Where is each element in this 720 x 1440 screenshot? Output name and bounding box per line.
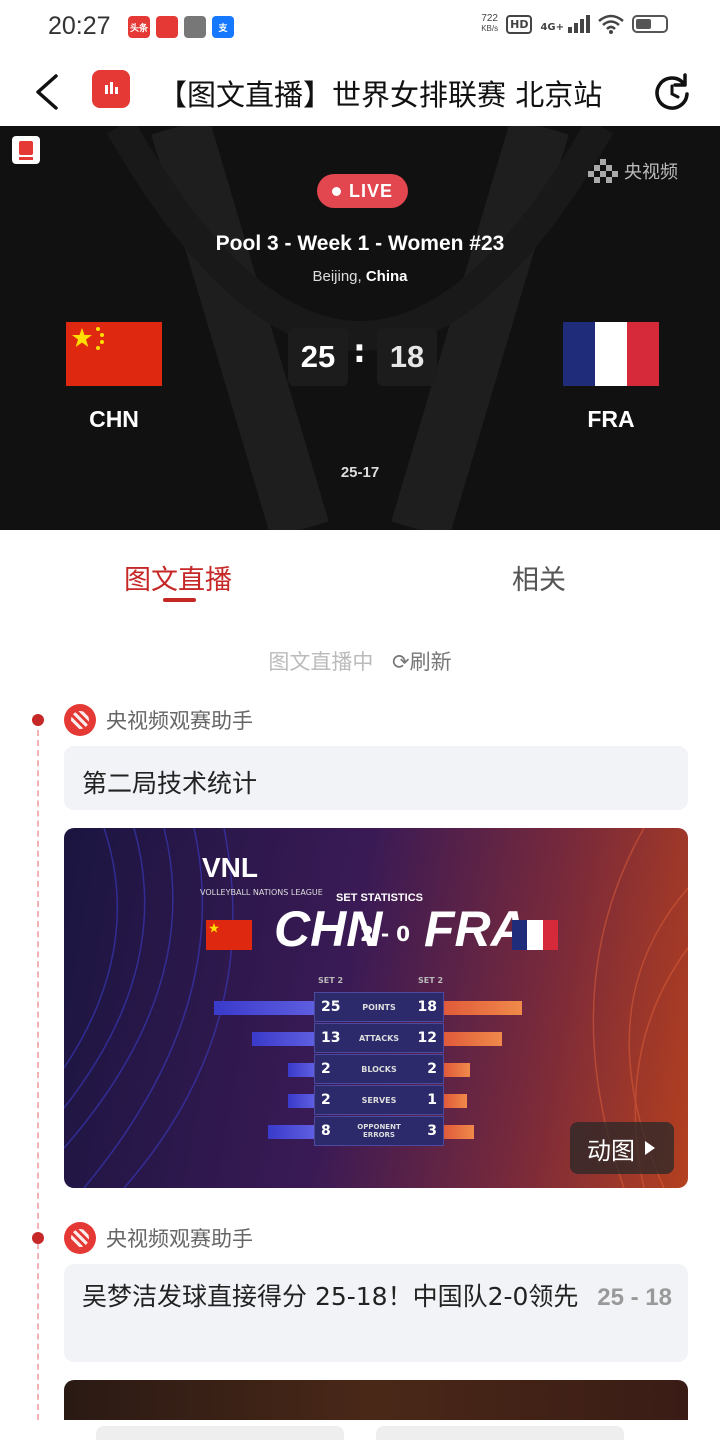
alipay-app-icon: 支	[212, 16, 234, 38]
match-name: Pool 3 - Week 1 - Women #23	[215, 232, 505, 255]
tab-bar: 图文直播 相关	[0, 530, 720, 614]
match-location: Beijing, China	[312, 268, 408, 285]
away-team-code: FRA	[587, 406, 635, 432]
status-time: 20:27	[48, 12, 111, 40]
title-bar: 【图文直播】世界女排联赛 北京站	[0, 56, 720, 126]
back-arrow-icon[interactable]	[28, 70, 68, 114]
home-team-code: CHN	[89, 406, 139, 432]
active-tab-indicator	[163, 598, 196, 602]
refresh-link[interactable]: ⟳刷新	[392, 650, 452, 674]
author-avatar	[64, 1222, 96, 1254]
home-set-label: SET 2	[318, 976, 344, 985]
post-card: 第二局技术统计	[64, 746, 688, 810]
china-flag-icon	[66, 322, 162, 386]
post-author: 央视频观赛助手	[64, 1222, 253, 1254]
play-icon	[645, 1141, 655, 1155]
bottom-bar-hint	[96, 1426, 344, 1440]
page-title: 【图文直播】世界女排联赛 北京站	[158, 78, 603, 112]
hd-icon: HD	[506, 14, 533, 34]
france-flag-icon	[512, 920, 558, 950]
away-score: 18	[377, 328, 437, 386]
set-scores: 25-17	[340, 464, 380, 481]
network-speed: 722 KB/s	[481, 13, 499, 34]
app-logo	[92, 70, 130, 108]
battery-icon	[632, 15, 668, 33]
post-card: 吴梦洁发球直接得分 25-18！中国队2-0领先 25 - 18	[64, 1264, 688, 1362]
stat-row: 2 BLOCKS 2	[214, 1054, 544, 1085]
refresh-icon[interactable]	[652, 72, 692, 112]
status-indicators: 722 KB/s HD 4G+	[481, 14, 668, 34]
live-badge: LIVE	[317, 174, 408, 208]
signal-icon: 4G+	[540, 15, 590, 33]
gif-badge[interactable]: 动图	[570, 1122, 674, 1174]
next-post-image[interactable]	[64, 1380, 688, 1420]
wifi-icon	[598, 14, 624, 34]
bottom-bar-hint	[376, 1426, 624, 1440]
stat-row: 8 OPPONENT ERRORS 3	[214, 1116, 544, 1147]
tab-live-text[interactable]: 图文直播	[124, 558, 232, 597]
away-set-label: SET 2	[418, 976, 444, 985]
live-dot-icon	[331, 186, 341, 196]
live-status: 图文直播中 ⟳刷新	[0, 646, 720, 676]
status-bar: 20:27 头条 支 722 KB/s HD 4G+	[0, 0, 720, 56]
stat-row: 13 ATTACKS 12	[214, 1023, 544, 1054]
broadcaster-logo: 央视频	[588, 158, 678, 184]
timeline-line	[37, 720, 39, 1420]
image-set-result: 2 - 0	[360, 922, 411, 946]
sports-app-icon	[156, 16, 178, 38]
browser-app-icon	[184, 16, 206, 38]
tab-related[interactable]: 相关	[512, 558, 566, 597]
toutiao-app-icon: 头条	[128, 16, 150, 38]
timeline-dot	[32, 1232, 44, 1244]
score-separator: :	[353, 332, 366, 370]
vnl-logo: VNL	[202, 852, 258, 883]
timeline-dot	[32, 714, 44, 726]
set-statistics-image[interactable]: VNL VOLLEYBALL NATIONS LEAGUE SET STATIS…	[64, 828, 688, 1188]
china-flag-icon	[206, 920, 252, 950]
post-author: 央视频观赛助手	[64, 704, 253, 736]
stat-row: 25 POINTS 18	[214, 992, 544, 1023]
post-text: 吴梦洁发球直接得分 25-18！中国队2-0领先	[82, 1282, 579, 1311]
vnl-subtitle: VOLLEYBALL NATIONS LEAGUE	[200, 888, 323, 897]
broadcaster-icon	[588, 159, 618, 183]
cctv-sports-logo	[12, 136, 40, 164]
refresh-small-icon: ⟳	[392, 650, 410, 674]
status-app-icons: 头条 支	[128, 16, 234, 38]
stat-rows: 25 POINTS 18 13 ATTACKS 12 2 BLOCKS 2 2 …	[214, 992, 544, 1147]
post-text: 第二局技术统计	[82, 769, 258, 798]
france-flag-icon	[563, 322, 659, 386]
author-avatar	[64, 704, 96, 736]
post-score: 25 - 18	[597, 1284, 672, 1311]
home-score: 25	[288, 328, 348, 386]
stat-row: 2 SERVES 1	[214, 1085, 544, 1116]
live-status-text: 图文直播中	[268, 650, 374, 674]
score-panel: 央视频 LIVE Pool 3 - Week 1 - Women #23 Bei…	[0, 126, 720, 530]
